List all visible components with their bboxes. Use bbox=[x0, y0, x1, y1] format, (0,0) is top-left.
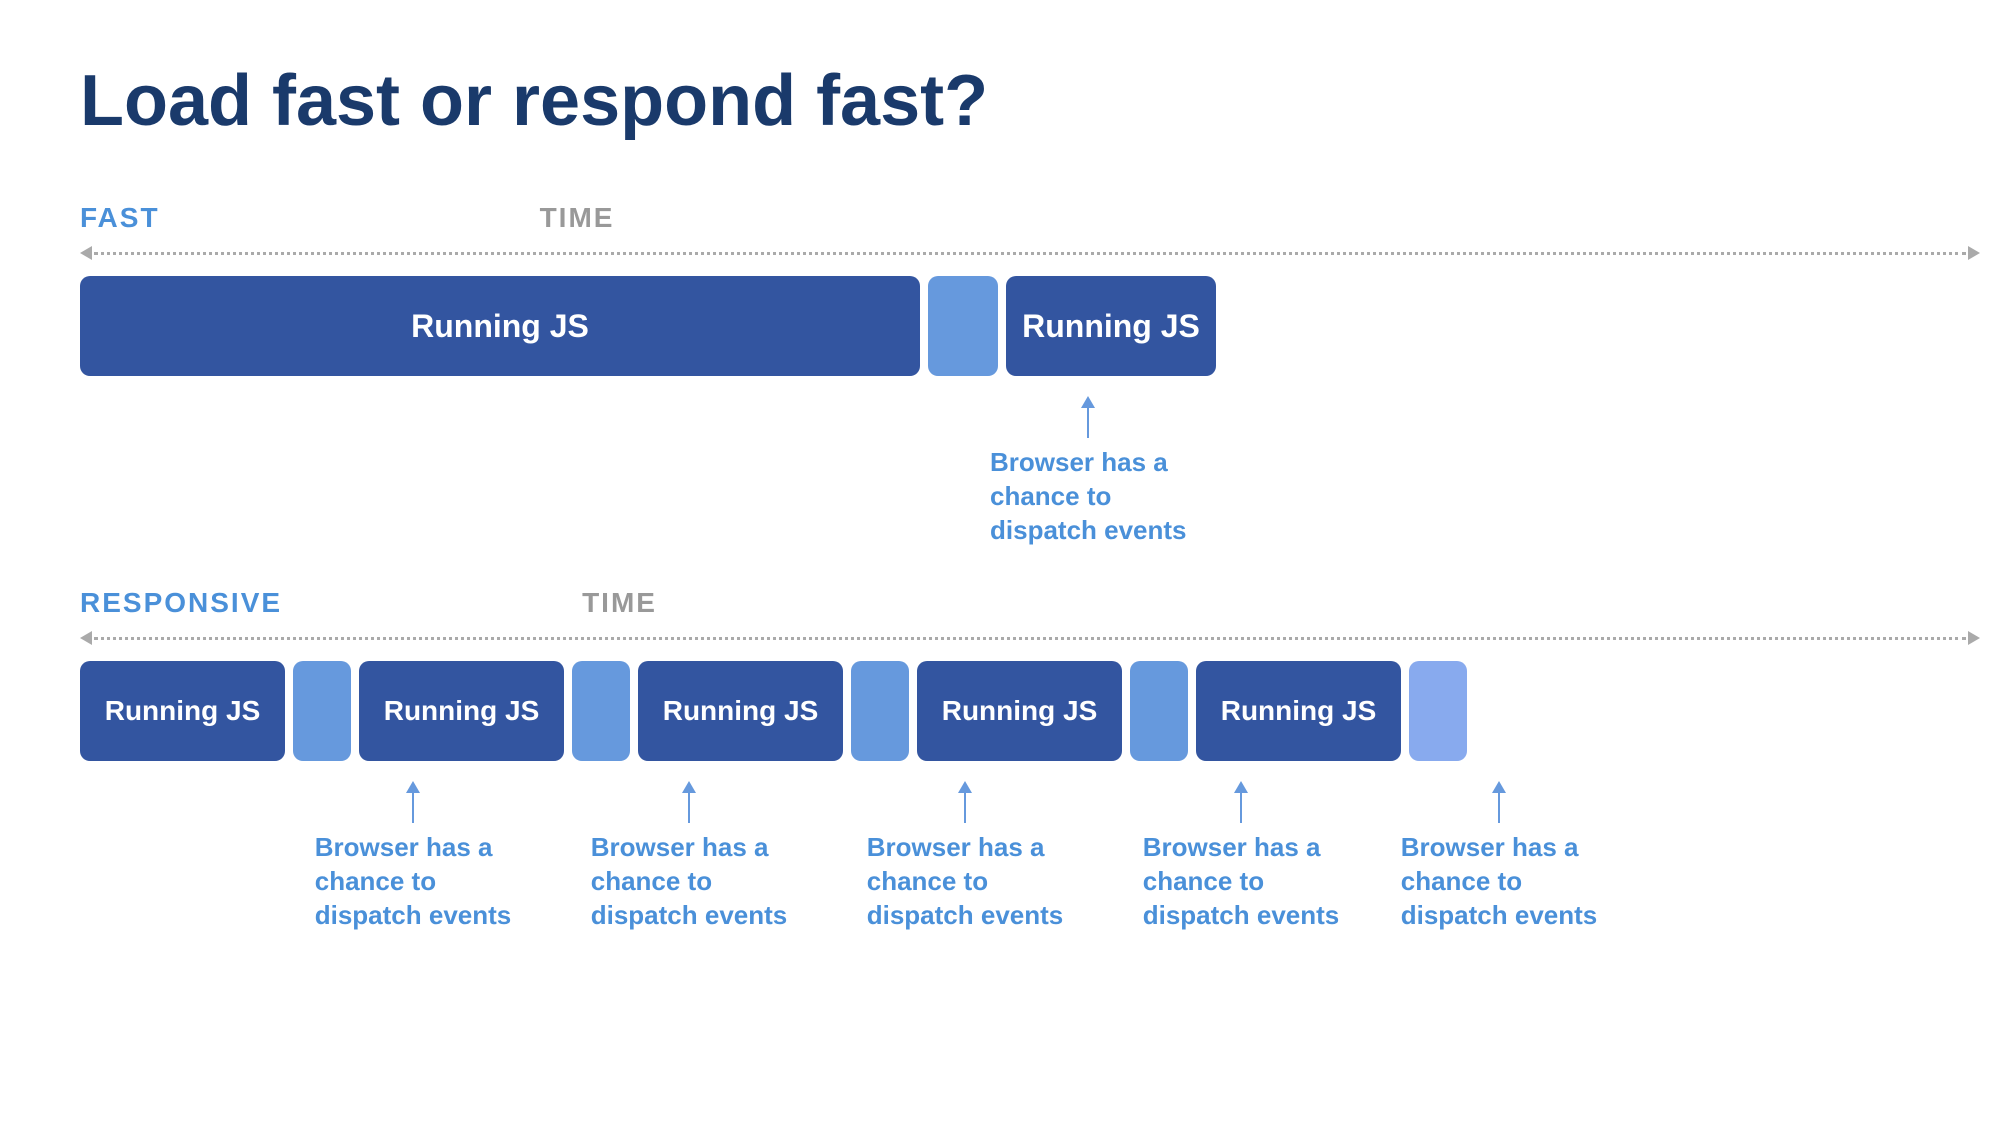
resp-ann1-text: Browser has achance todispatch events bbox=[315, 831, 512, 932]
resp-ann4-arrow bbox=[1234, 781, 1248, 823]
resp-ann4-line bbox=[1240, 793, 1242, 823]
resp-annotation-3: Browser has achance todispatch events bbox=[827, 781, 1103, 932]
fast-annotation-line bbox=[1087, 408, 1089, 438]
fast-section: FAST TIME Running JS Running JS Browser … bbox=[80, 202, 1920, 547]
resp-ann5-arrow bbox=[1492, 781, 1506, 823]
resp-ann5-text: Browser has achance todispatch events bbox=[1401, 831, 1598, 932]
resp-gap-5 bbox=[1409, 661, 1467, 761]
responsive-timeline-arrow bbox=[80, 631, 1980, 645]
resp-annotation-5: Browser has achance todispatch events bbox=[1379, 781, 1619, 932]
resp-ann3-text: Browser has achance todispatch events bbox=[867, 831, 1064, 932]
resp-ann2-line bbox=[688, 793, 690, 823]
resp-gap-1 bbox=[293, 661, 351, 761]
slide: Load fast or respond fast? FAST TIME Run… bbox=[0, 0, 2000, 1125]
resp-ann5-arrowhead bbox=[1492, 781, 1506, 793]
fast-main-block: Running JS bbox=[80, 276, 920, 376]
resp-arrow-right bbox=[1968, 631, 1980, 645]
resp-block-1: Running JS bbox=[80, 661, 285, 761]
resp-block-4: Running JS bbox=[917, 661, 1122, 761]
fast-annotation-area: Browser has achance todispatch events bbox=[80, 396, 1920, 547]
slide-title: Load fast or respond fast? bbox=[80, 60, 1920, 142]
fast-arrow-right bbox=[1968, 246, 1980, 260]
fast-blocks-container: Running JS Running JS bbox=[80, 276, 1920, 376]
resp-ann1-arrow bbox=[406, 781, 420, 823]
fast-annotation: Browser has achance todispatch events bbox=[990, 396, 1187, 547]
resp-ann1-arrowhead bbox=[406, 781, 420, 793]
fast-annotation-arrow bbox=[1081, 396, 1095, 438]
fast-label: FAST bbox=[80, 202, 160, 234]
resp-ann3-arrow bbox=[958, 781, 972, 823]
resp-block-3: Running JS bbox=[638, 661, 843, 761]
resp-ann1-line bbox=[412, 793, 414, 823]
resp-ann2-text: Browser has achance todispatch events bbox=[591, 831, 788, 932]
resp-gap-3 bbox=[851, 661, 909, 761]
resp-gap-2 bbox=[572, 661, 630, 761]
resp-annotation-1: Browser has achance todispatch events bbox=[275, 781, 551, 932]
resp-arrow-left bbox=[80, 631, 92, 645]
resp-ann3-line bbox=[964, 793, 966, 823]
fast-arrow-line bbox=[94, 252, 1966, 255]
resp-gap-4 bbox=[1130, 661, 1188, 761]
resp-block-5: Running JS bbox=[1196, 661, 1401, 761]
fast-gap-block bbox=[928, 276, 998, 376]
resp-arrow-line bbox=[94, 637, 1966, 640]
resp-ann2-arrow bbox=[682, 781, 696, 823]
resp-ann5-line bbox=[1498, 793, 1500, 823]
resp-ann3-arrowhead bbox=[958, 781, 972, 793]
fast-time-label: TIME bbox=[540, 202, 615, 234]
responsive-annotations: Browser has achance todispatch events Br… bbox=[80, 781, 1920, 932]
fast-timeline-arrow bbox=[80, 246, 1980, 260]
resp-annotation-2: Browser has achance todispatch events bbox=[551, 781, 827, 932]
fast-annotation-arrowhead bbox=[1081, 396, 1095, 408]
resp-ann2-arrowhead bbox=[682, 781, 696, 793]
resp-ann4-arrowhead bbox=[1234, 781, 1248, 793]
responsive-label: RESPONSIVE bbox=[80, 587, 282, 619]
responsive-section: RESPONSIVE TIME Running JS Running JS Ru… bbox=[80, 587, 1920, 932]
resp-block-2: Running JS bbox=[359, 661, 564, 761]
fast-arrow-left bbox=[80, 246, 92, 260]
fast-annotation-text: Browser has achance todispatch events bbox=[990, 446, 1187, 547]
resp-annotation-4: Browser has achance todispatch events bbox=[1103, 781, 1379, 932]
fast-second-block: Running JS bbox=[1006, 276, 1216, 376]
responsive-blocks-container: Running JS Running JS Running JS Running… bbox=[80, 661, 1920, 761]
resp-ann4-text: Browser has achance todispatch events bbox=[1143, 831, 1340, 932]
responsive-time-label: TIME bbox=[582, 587, 657, 619]
